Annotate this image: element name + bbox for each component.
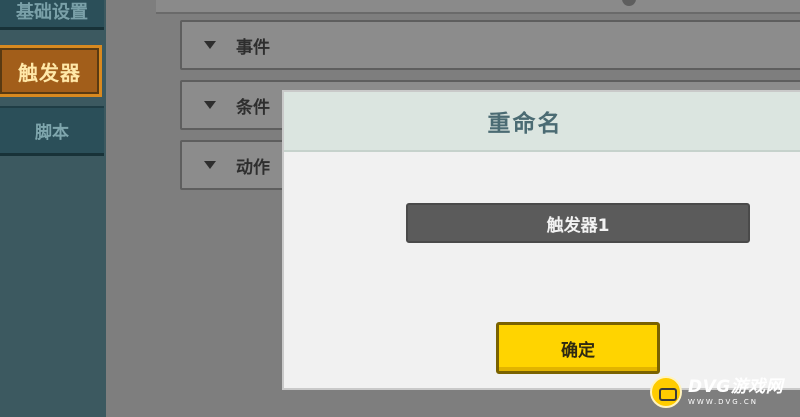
sidebar-tab-triggers[interactable]: 触发器 [0, 45, 102, 97]
sidebar-tab-label: 触发器 [18, 60, 81, 85]
watermark-sub: WWW.DVG.CN [688, 397, 759, 406]
game-editor-screen: 基础设置 触发器 脚本 事件 条件 动作 重命名 触发器1 确定 DVG游戏网 … [0, 0, 800, 417]
gamepad-logo-icon [650, 376, 682, 408]
trigger-name-input[interactable]: 触发器1 [406, 203, 750, 243]
rename-dialog: 重命名 触发器1 确定 [282, 90, 800, 390]
section-label: 动作 [236, 157, 270, 178]
site-watermark: DVG游戏网 WWW.DVG.CN [650, 371, 796, 413]
top-divider [156, 0, 800, 14]
watermark-main: DVG游戏网 [688, 376, 784, 397]
dialog-header: 重命名 [284, 92, 800, 152]
confirm-button-label: 确定 [561, 340, 595, 361]
section-label: 事件 [236, 37, 270, 58]
sidebar-tab-label: 基础设置 [16, 1, 88, 23]
collapse-triangle-icon [204, 161, 216, 169]
collapse-triangle-icon [204, 41, 216, 49]
section-events[interactable]: 事件 [180, 20, 800, 70]
sidebar-tab-label: 脚本 [35, 123, 69, 143]
section-label: 条件 [236, 97, 270, 118]
confirm-button[interactable]: 确定 [496, 322, 660, 374]
trigger-name-value: 触发器1 [546, 215, 610, 236]
collapse-triangle-icon [204, 101, 216, 109]
watermark-text: DVG游戏网 WWW.DVG.CN [688, 376, 784, 406]
sidebar: 基础设置 触发器 脚本 [0, 0, 106, 417]
sidebar-tab-basic-settings[interactable]: 基础设置 [0, 0, 104, 30]
sidebar-tab-script[interactable]: 脚本 [0, 106, 104, 156]
dialog-title: 重命名 [487, 111, 563, 137]
